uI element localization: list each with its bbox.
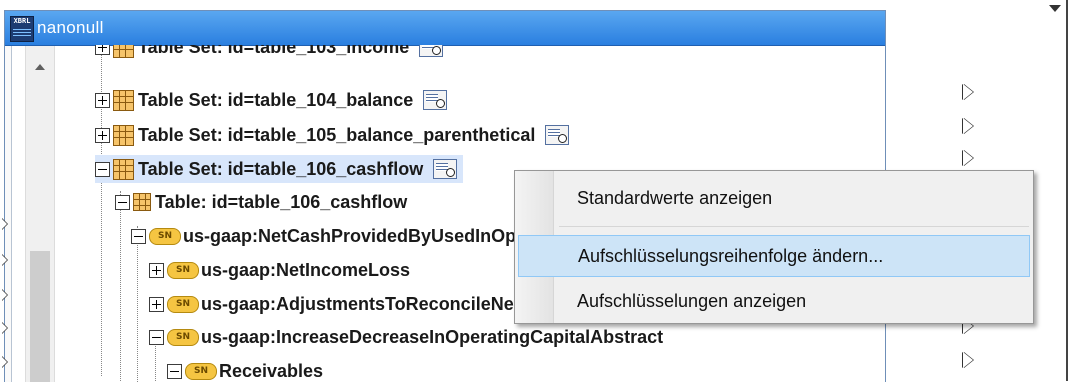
tree-row-label: Table Set: id=table_105_balance_parenthe… [138, 124, 536, 145]
expand-icon[interactable] [149, 296, 164, 312]
table-set-icon [113, 158, 134, 180]
expand-icon[interactable] [149, 262, 164, 278]
connector-left-icon[interactable] [1, 218, 7, 230]
menu-item-label: Aufschlüsselungen anzeigen [577, 290, 807, 311]
sn-badge-icon: SN [167, 261, 199, 279]
connector-right-icon[interactable] [963, 150, 973, 166]
filter-icon[interactable] [433, 159, 458, 179]
connector-left-icon[interactable] [1, 289, 7, 301]
filter-icon[interactable] [545, 125, 570, 145]
scroll-down-icon[interactable] [1046, 0, 1061, 16]
menu-item-change-breakdown-order[interactable]: Aufschlüsselungsreihenfolge ändern... [518, 235, 1030, 277]
tree-row-tableset-selected[interactable]: Table Set: id=table_106_cashflow [95, 155, 464, 183]
tree-row-label: us-gaap:IncreaseDecreaseInOperatingCapit… [201, 326, 664, 347]
vertical-scrollbar[interactable] [25, 46, 55, 382]
collapse-icon[interactable] [131, 228, 146, 244]
expand-icon[interactable] [95, 92, 110, 108]
xbrl-icon-text: XBRL [13, 17, 31, 25]
context-menu: Standardwerte anzeigen Aufschlüsselungsr… [514, 170, 1034, 324]
collapse-icon[interactable] [167, 363, 182, 379]
tree-row-concept[interactable]: SN Receivables [167, 357, 323, 382]
expand-icon[interactable] [95, 45, 110, 55]
connector-right-icon[interactable] [963, 84, 973, 100]
connector-left-icon[interactable] [1, 322, 7, 334]
tree-row-label: Table Set: id=table_106_cashflow [138, 158, 424, 179]
window-title: nanonull [37, 18, 104, 37]
connector-left-icon[interactable] [1, 356, 7, 368]
menu-item-show-breakdowns[interactable]: Aufschlüsselungen anzeigen [518, 281, 1030, 321]
tree-row-label: us-gaap:NetIncomeLoss [201, 259, 411, 280]
tree-row-label: Table: id=table_106_cashflow [155, 191, 408, 212]
tree-row-label: Table Set: id=table_103_income [138, 45, 410, 57]
connector-right-icon[interactable] [963, 352, 973, 368]
filter-icon[interactable] [419, 45, 444, 57]
filter-icon[interactable] [423, 90, 448, 110]
table-set-icon [113, 45, 134, 58]
table-set-icon [113, 89, 134, 111]
tree-row-tableset[interactable]: Table Set: id=table_104_balance [95, 86, 448, 114]
menu-item-label: Aufschlüsselungsreihenfolge ändern... [578, 245, 884, 266]
connector-right-icon[interactable] [963, 118, 973, 134]
connector-left-icon[interactable] [1, 254, 7, 266]
collapse-icon[interactable] [95, 161, 110, 177]
sn-badge-icon: SN [149, 227, 181, 245]
collapse-icon[interactable] [149, 329, 164, 345]
menu-separator [559, 226, 1029, 227]
menu-item-label: Standardwerte anzeigen [577, 187, 773, 208]
table-set-icon [113, 124, 134, 146]
sn-badge-icon: SN [167, 295, 199, 313]
tree-row-table[interactable]: Table: id=table_106_cashflow [115, 188, 407, 216]
tree-row-label: Receivables [219, 360, 324, 381]
collapse-icon[interactable] [115, 194, 130, 210]
table-icon [133, 193, 151, 211]
scrollbar-thumb[interactable] [30, 251, 50, 382]
tree-row-concept[interactable]: SN us-gaap:IncreaseDecreaseInOperatingCa… [149, 323, 663, 351]
tree-row-label: Table Set: id=table_104_balance [138, 89, 414, 110]
tree-row-tableset[interactable]: Table Set: id=table_103_income [95, 45, 444, 61]
tree-row-tableset[interactable]: Table Set: id=table_105_balance_parenthe… [95, 121, 570, 149]
tree-row-concept[interactable]: SN us-gaap:NetIncomeLoss [149, 256, 410, 284]
scroll-up-icon[interactable] [35, 64, 45, 70]
sn-badge-icon: SN [185, 362, 217, 380]
menu-item-show-default-values[interactable]: Standardwerte anzeigen [518, 178, 1030, 218]
xbrl-icon: XBRL [10, 16, 34, 42]
expand-icon[interactable] [95, 127, 110, 143]
window-titlebar[interactable]: XBRL nanonull [5, 11, 885, 46]
sn-badge-icon: SN [167, 328, 199, 346]
